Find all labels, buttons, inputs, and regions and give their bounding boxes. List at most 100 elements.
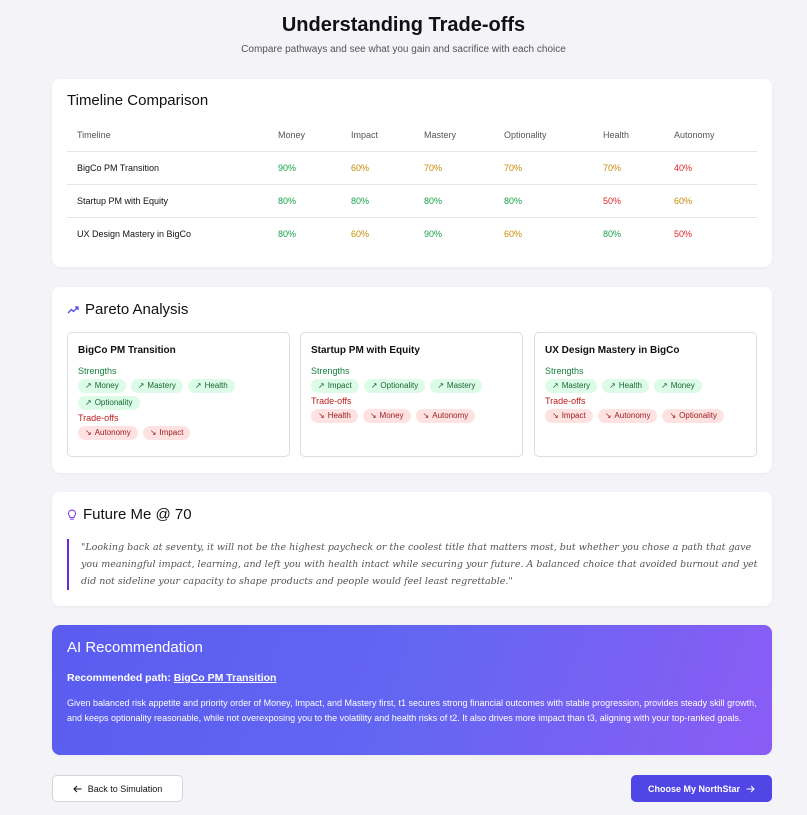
trend-up-icon: ↗ [318,381,325,390]
tradeoff-tag: ↘ Health [311,409,358,423]
strength-tag: ↗ Mastery [430,379,483,393]
pareto-path-card: Startup PM with Equity Strengths ↗ Impact ↗ O… [300,332,523,457]
score-cell: 80% [278,228,297,239]
trend-down-icon: ↘ [85,428,92,437]
timeline-name-cell: UX Design Mastery in BigCo [77,228,192,239]
table-row: BigCo PM Transition 90% 60% 70% 70% 70% 40% [67,151,757,185]
tradeoffs-label: Trade-offs [545,396,586,406]
tradeoffs-tags: ↘ Health ↘ Money ↘ Autonomy [311,409,512,423]
strength-tag: ↗ Money [78,379,126,393]
score-cell: 80% [268,184,341,218]
trend-up-icon: ↗ [437,381,444,390]
trend-up-icon: ↗ [660,381,668,390]
column-header: Impact [341,119,414,152]
timeline-table: Timeline Money Impact Mastery Optionalit… [67,119,757,250]
tag-label: Impact [561,411,586,420]
trend-up-icon: ↗ [194,381,202,390]
pareto-path-card: UX Design Mastery in BigCo Strengths ↗ Mast… [534,332,757,457]
tradeoff-tag: ↘ Impact [142,426,191,440]
table-header-row: Timeline Money Impact Mastery Optionalit… [67,119,757,152]
tradeoffs-tags: ↘ Impact ↘ Autonomy ↘ Optionality [545,409,746,423]
recommended-path-link[interactable]: BigCo PM Transition [174,672,277,684]
strength-tag: ↗ Mastery [130,379,183,393]
timeline-comparison-title: Timeline Comparison [67,92,209,109]
tag-label: Mastery [561,381,591,390]
tag-label: Mastery [147,381,176,390]
pareto-analysis-title: Pareto Analysis [67,301,188,318]
trend-down-icon: ↘ [552,411,559,420]
pareto-path-name: BigCo PM Transition [78,345,176,356]
timeline-comparison-card: Timeline Comparison Timeline Money Impac… [52,79,772,267]
strength-tag: ↗ Health [187,379,235,393]
timeline-name-cell: BigCo PM Transition [67,151,268,185]
tradeoffs-tags: ↘ Autonomy ↘ Impact [78,426,279,440]
choose-button-label: Choose My NorthStar [647,783,740,794]
column-header: Money [268,119,341,152]
tag-label: Health [618,381,642,390]
trend-up-icon: ↗ [137,381,145,390]
tag-label: Money [670,381,695,390]
strengths-label: Strengths [311,366,350,376]
tag-label: Optionality [679,411,717,420]
ai-recommendation-card: AI Recommendation Recommended path: BigC… [52,625,772,755]
tradeoff-tag: ↘ Autonomy [415,409,476,423]
tradeoff-tag: ↘ Autonomy [78,426,138,440]
strength-tag: ↗ Impact [311,379,359,393]
tag-label: Autonomy [614,411,651,420]
strength-tag: ↗ Money [653,379,702,393]
strengths-tags: ↗ Mastery ↗ Health ↗ Money [545,379,746,393]
table-row: UX Design Mastery in BigCo 80% 60% 90% 60% 80… [67,217,757,250]
tag-label: Autonomy [432,411,469,420]
tag-label: Autonomy [94,428,131,437]
tradeoffs-label: Trade-offs [311,396,352,406]
tag-label: Health [204,381,228,390]
strength-tag: ↗ Optionality [363,379,426,393]
ai-recommendation-body: Given balanced risk appetite and priorit… [67,698,757,723]
tag-label: Optionality [380,381,419,390]
future-me-quote: "Looking back at seventy, it will not be… [67,539,759,590]
table-row: Startup PM with Equity 80% 80% 80% 80% 50% 60% [67,184,757,218]
strength-tag: ↗ Health [602,379,649,393]
lightbulb-icon [67,508,77,521]
strengths-tags: ↗ Impact ↗ Optionality ↗ Mastery [311,379,512,393]
back-to-simulation-button[interactable]: Back to Simulation [52,775,183,802]
trend-down-icon: ↘ [669,411,677,420]
score-cell: 70% [593,151,664,185]
tag-label: Health [327,411,351,420]
score-cell: 50% [593,184,664,218]
column-header: Autonomy [664,119,757,152]
trend-down-icon: ↘ [149,428,157,437]
ai-recommendation-title: AI Recommendation [67,639,203,656]
future-me-label: Future Me @ 70 [83,506,192,523]
choose-northstar-button[interactable]: Choose My NorthStar [631,775,772,802]
pareto-analysis-label: Pareto Analysis [85,301,189,318]
tradeoff-tag: ↘ Autonomy [597,409,658,423]
tag-label: Optionality [94,398,133,407]
trend-down-icon: ↘ [369,411,377,420]
arrow-left-icon [73,785,82,793]
score-cell: 50% [674,228,693,239]
future-me-card: Future Me @ 70 "Looking back at seventy,… [52,492,772,606]
score-cell: 80% [603,228,622,239]
score-cell: 90% [268,151,341,185]
pareto-analysis-card: Pareto Analysis BigCo PM Transition Stren… [52,287,772,473]
column-header: Mastery [414,119,494,152]
score-cell: 70% [414,151,494,185]
column-header: Health [593,119,664,152]
tag-label: Money [94,381,119,390]
score-cell: 60% [351,228,370,239]
arrow-right-icon [746,785,755,793]
recommended-path-label: Recommended path: [67,672,171,684]
trend-up-icon: ↗ [552,381,559,390]
page-title: Understanding Trade-offs [281,14,526,36]
strength-tag: ↗ Optionality [78,396,140,410]
trend-down-icon: ↘ [318,411,325,420]
score-cell: 90% [424,228,443,239]
score-cell: 60% [504,228,523,239]
trend-down-icon: ↘ [604,411,612,420]
tradeoff-tag: ↘ Impact [545,409,593,423]
column-header: Optionality [494,119,593,152]
tag-label: Impact [327,381,352,390]
trend-down-icon: ↘ [422,411,430,420]
pareto-path-name: UX Design Mastery in BigCo [545,345,680,356]
